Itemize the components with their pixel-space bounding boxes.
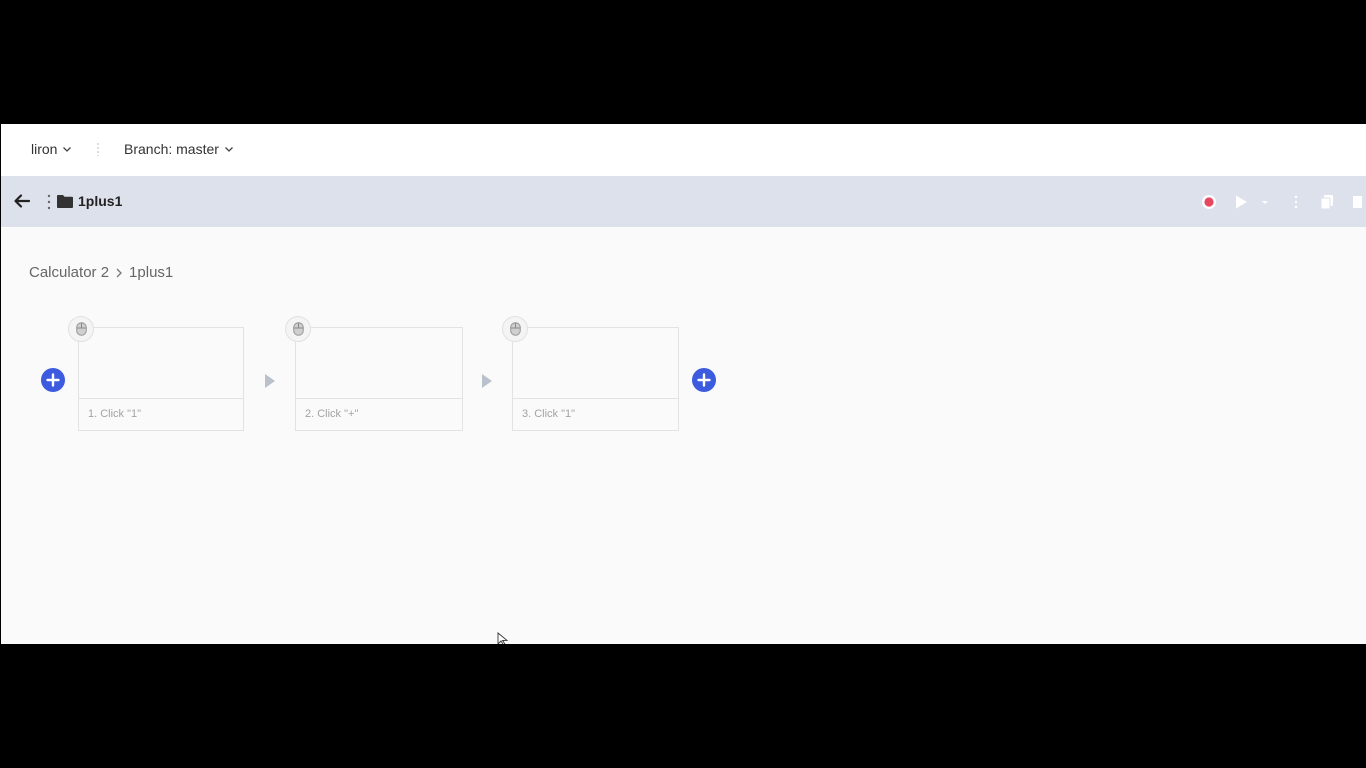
play-icon[interactable] bbox=[1233, 193, 1249, 211]
step-card-3[interactable]: 3. Click "1" bbox=[502, 316, 679, 431]
breadcrumb-test: 1plus1 bbox=[129, 264, 174, 281]
chevron-right-icon bbox=[116, 268, 122, 277]
plus-icon bbox=[46, 373, 60, 387]
folder-icon bbox=[57, 195, 73, 208]
app-window: liron Branch: master 1plus1 Calculator 2… bbox=[1, 124, 1366, 644]
branch-dropdown[interactable]: Branch: master bbox=[124, 141, 234, 157]
plus-icon bbox=[697, 373, 711, 387]
user-name: liron bbox=[31, 141, 58, 157]
back-arrow-icon[interactable] bbox=[13, 192, 31, 210]
chevron-down-icon bbox=[63, 147, 72, 152]
step-card-1[interactable]: 1. Click "1" bbox=[68, 316, 244, 431]
step-label: 2. Click "+" bbox=[305, 408, 359, 420]
mouse-pointer-icon bbox=[497, 632, 509, 644]
chevron-down-icon bbox=[224, 147, 233, 152]
arrow-right-icon bbox=[482, 374, 492, 388]
divider bbox=[97, 142, 99, 156]
step-label: 3. Click "1" bbox=[522, 408, 576, 420]
top-bar: liron Branch: master bbox=[1, 124, 1366, 177]
add-step-before-button[interactable] bbox=[41, 368, 65, 392]
arrow-right-icon bbox=[265, 374, 275, 388]
step-card-2[interactable]: 2. Click "+" bbox=[285, 316, 463, 431]
test-title: 1plus1 bbox=[78, 193, 123, 209]
copy-icon[interactable] bbox=[1319, 193, 1335, 211]
user-dropdown[interactable]: liron bbox=[31, 141, 72, 157]
breadcrumb: Calculator 2 1plus1 bbox=[29, 264, 173, 281]
more-vertical-icon[interactable] bbox=[1293, 193, 1299, 211]
caret-down-icon[interactable] bbox=[1260, 193, 1270, 211]
step-thumbnail bbox=[296, 328, 462, 399]
add-step-after-button[interactable] bbox=[692, 368, 716, 392]
record-icon[interactable] bbox=[1201, 193, 1217, 211]
breadcrumb-project[interactable]: Calculator 2 bbox=[29, 264, 109, 281]
step-label: 1. Click "1" bbox=[88, 408, 142, 420]
branch-name: Branch: master bbox=[124, 141, 219, 157]
step-thumbnail bbox=[79, 328, 243, 399]
letterbox-bottom bbox=[0, 644, 1366, 768]
test-toolbar: 1plus1 bbox=[1, 176, 1366, 227]
letterbox-top bbox=[0, 0, 1366, 124]
drag-handle-icon[interactable] bbox=[47, 194, 51, 210]
step-thumbnail bbox=[513, 328, 678, 399]
panel-icon[interactable] bbox=[1351, 193, 1363, 211]
